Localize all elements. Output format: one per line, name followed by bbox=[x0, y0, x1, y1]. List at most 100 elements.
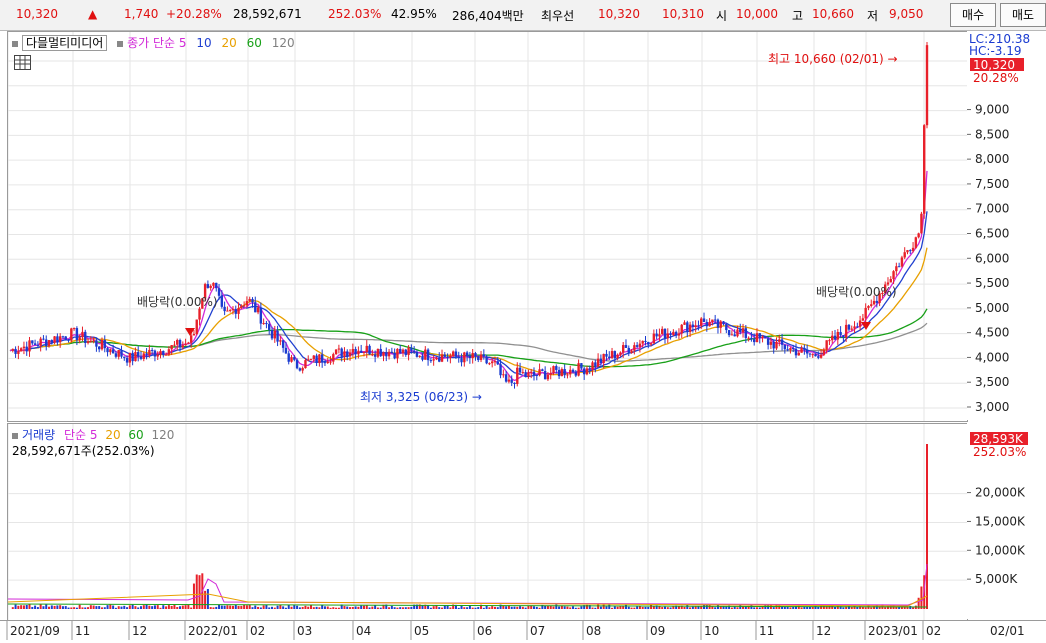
candle-body bbox=[755, 333, 759, 343]
candle-body bbox=[892, 271, 895, 280]
candle-body bbox=[139, 356, 143, 359]
candle-body bbox=[415, 351, 419, 357]
candle-body bbox=[510, 379, 513, 383]
turnover-rate: 42.95% bbox=[391, 7, 437, 21]
volume-bar bbox=[521, 606, 524, 609]
candle-body bbox=[713, 319, 717, 321]
candle-body bbox=[371, 354, 374, 356]
volume-bar bbox=[42, 606, 45, 609]
volume-bar bbox=[159, 607, 162, 609]
candle-body bbox=[697, 325, 700, 327]
volume-bar bbox=[70, 607, 73, 609]
price-chart[interactable]: 최고 10,660 (02/01) → 최저 3,325 (06/23) → 배당락… bbox=[8, 32, 967, 421]
candle-body bbox=[831, 335, 834, 341]
volume-bar bbox=[179, 606, 182, 609]
candle-body bbox=[850, 328, 853, 330]
volume-bar bbox=[755, 607, 758, 609]
volume-pct-tag: 252.03% bbox=[973, 445, 1026, 459]
volume-bar bbox=[67, 607, 70, 609]
candle-body bbox=[435, 357, 438, 360]
candle-body bbox=[772, 341, 775, 349]
candle-body bbox=[914, 237, 918, 248]
candle-body bbox=[78, 337, 81, 341]
stock-name[interactable]: 다믈멀티미디어 bbox=[22, 35, 108, 51]
volume-bar bbox=[259, 607, 262, 609]
candle-body bbox=[209, 285, 212, 288]
y-tick-label: 20,000K bbox=[975, 486, 1026, 500]
vol-ma5-line bbox=[8, 563, 928, 606]
volume-bar bbox=[290, 606, 293, 609]
volume-bar bbox=[580, 606, 583, 609]
candle-body bbox=[555, 366, 558, 370]
x-right-label: 02/01 bbox=[990, 624, 1025, 638]
price-panel[interactable]: 최고 10,660 (02/01) → 최저 3,325 (06/23) → 배당락… bbox=[7, 31, 968, 422]
volume-bar bbox=[516, 606, 519, 609]
sell-button[interactable]: 매도 bbox=[1000, 3, 1046, 27]
candle-body bbox=[343, 351, 346, 357]
volume-bar bbox=[220, 605, 223, 609]
candle-body bbox=[170, 345, 173, 350]
table-grid-icon[interactable] bbox=[14, 55, 31, 70]
volume-bar bbox=[142, 605, 145, 609]
candle-body bbox=[792, 348, 795, 350]
buy-button[interactable]: 매수 bbox=[950, 3, 996, 27]
candle-body bbox=[19, 348, 23, 352]
candle-body bbox=[270, 329, 274, 339]
candle-body bbox=[674, 331, 678, 336]
candle-body bbox=[552, 366, 555, 374]
candle-body bbox=[677, 333, 681, 336]
volume-bar bbox=[438, 607, 441, 609]
volume-bar bbox=[686, 605, 689, 609]
x-tick-label: 12 bbox=[816, 624, 831, 638]
candle-body bbox=[365, 345, 368, 352]
candle-body bbox=[251, 298, 254, 303]
volume-bar bbox=[574, 607, 577, 609]
volume-bar bbox=[884, 607, 887, 609]
volume-bar bbox=[95, 606, 98, 609]
candle-body bbox=[797, 352, 800, 356]
volume-bar bbox=[485, 605, 488, 609]
candle-body bbox=[917, 233, 920, 238]
volume-bar bbox=[374, 605, 377, 609]
candle-body bbox=[739, 329, 742, 333]
volume-bar bbox=[477, 607, 480, 609]
candle-body bbox=[800, 347, 803, 353]
candle-body bbox=[215, 282, 218, 289]
candle-body bbox=[833, 335, 837, 340]
candle-body bbox=[602, 353, 605, 363]
candle-body bbox=[265, 323, 268, 325]
volume-bar bbox=[73, 607, 76, 609]
candle-body bbox=[549, 373, 552, 375]
volume-bar bbox=[691, 606, 694, 609]
volume-bar bbox=[184, 605, 187, 609]
candle-body bbox=[100, 339, 104, 350]
volume-bar bbox=[17, 605, 20, 609]
candle-body bbox=[900, 257, 904, 267]
volume-bar bbox=[282, 606, 285, 609]
volume-bar bbox=[276, 605, 279, 609]
candle-body bbox=[775, 341, 778, 349]
volume-bar bbox=[61, 606, 64, 609]
candle-body bbox=[460, 358, 463, 363]
candle-body bbox=[474, 353, 477, 357]
x-tick-label: 2022/01 bbox=[188, 624, 238, 638]
candle-body bbox=[346, 351, 349, 357]
candle-body bbox=[577, 363, 580, 376]
volume-bar bbox=[349, 607, 352, 609]
volume-bar bbox=[650, 604, 653, 609]
volume-legend: 거래량 단순 5 20 60 120 bbox=[12, 426, 174, 443]
volume-bar bbox=[563, 606, 566, 609]
candle-body bbox=[42, 338, 45, 340]
volume-bar bbox=[284, 607, 287, 609]
volume-bar bbox=[64, 606, 67, 609]
candle-body bbox=[923, 125, 926, 214]
candle-body bbox=[39, 338, 42, 346]
candle-body bbox=[702, 318, 706, 322]
volume-bar bbox=[187, 604, 190, 609]
candle-body bbox=[535, 374, 538, 376]
volume-bar bbox=[597, 604, 600, 609]
candle-body bbox=[560, 369, 564, 377]
trade-amount: 286,404백만 bbox=[452, 9, 524, 23]
candle-body bbox=[125, 357, 129, 363]
candle-body bbox=[290, 357, 293, 362]
